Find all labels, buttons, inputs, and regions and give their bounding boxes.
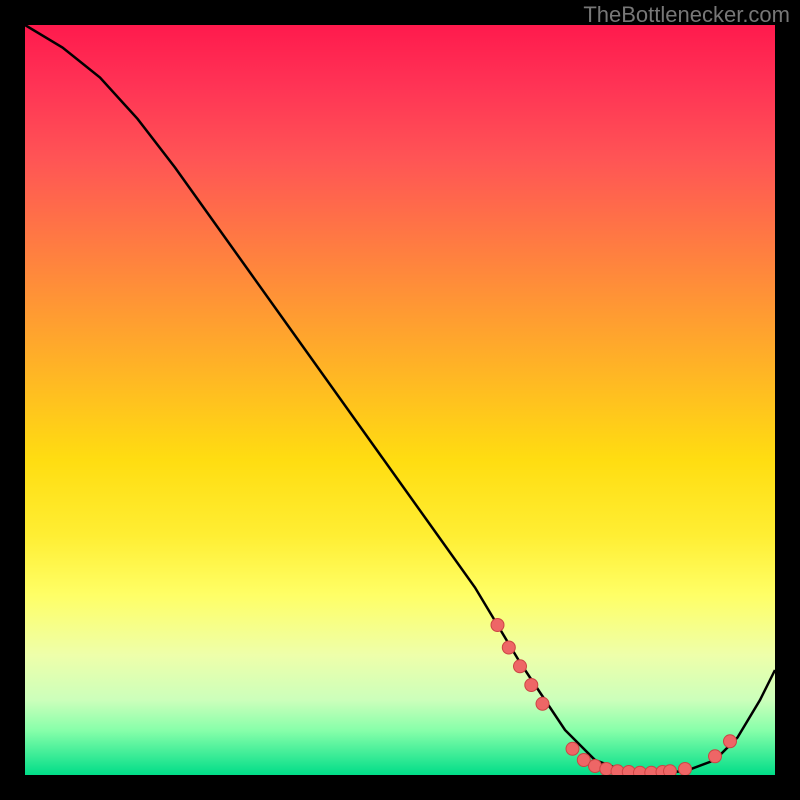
data-point <box>491 619 504 632</box>
data-points-group <box>491 619 737 776</box>
data-point <box>709 750 722 763</box>
attribution-text: TheBottlenecker.com <box>583 2 790 28</box>
data-point <box>536 697 549 710</box>
data-point <box>502 641 515 654</box>
data-point <box>514 660 527 673</box>
chart-plot-area <box>25 25 775 775</box>
data-point <box>664 765 677 775</box>
data-point <box>724 735 737 748</box>
data-point <box>525 679 538 692</box>
chart-svg <box>25 25 775 775</box>
data-point <box>566 742 579 755</box>
data-point <box>679 763 692 776</box>
curve-line <box>25 25 775 773</box>
